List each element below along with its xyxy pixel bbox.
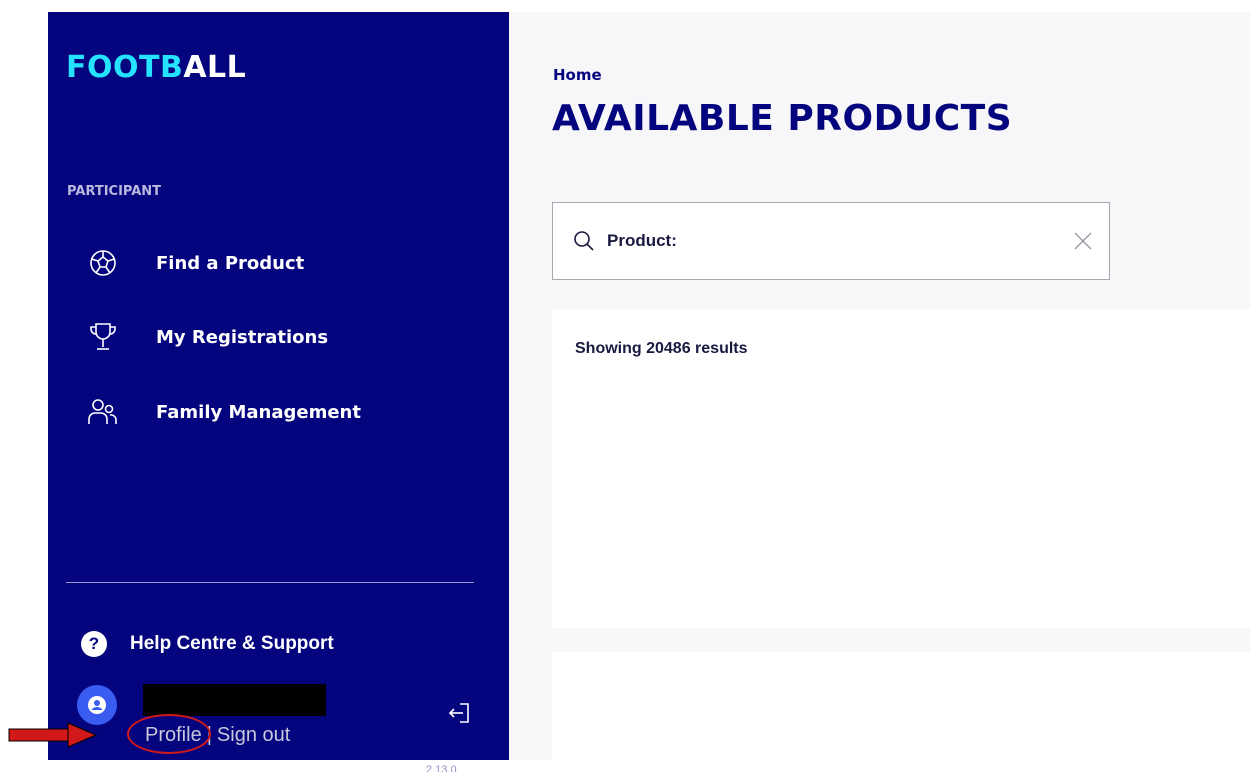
nav-label: My Registrations xyxy=(156,326,329,348)
nav-label: Find a Product xyxy=(156,252,305,274)
logo-part-1: FOOTB xyxy=(66,50,184,85)
search-icon xyxy=(574,231,594,251)
app-version: 2.13.0 xyxy=(426,764,457,772)
user-icon xyxy=(88,696,106,714)
close-icon[interactable] xyxy=(1073,231,1093,251)
sidebar-divider xyxy=(66,582,474,583)
search-label: Product: xyxy=(607,231,677,250)
main-content: Home AVAILABLE PRODUCTS Product: Showing… xyxy=(509,12,1250,760)
nav-family-management[interactable]: Family Management xyxy=(88,392,488,432)
results-count: Showing 20486 results xyxy=(575,340,748,357)
results-header: Showing 20486 results xyxy=(552,309,1250,405)
nav-my-registrations[interactable]: My Registrations xyxy=(88,317,488,357)
product-card[interactable] xyxy=(552,405,1250,628)
link-separator: | xyxy=(206,724,212,746)
section-label: PARTICIPANT xyxy=(67,184,162,199)
nav-find-a-product[interactable]: Find a Product xyxy=(88,243,488,283)
breadcrumb[interactable]: Home xyxy=(553,66,602,84)
trophy-icon xyxy=(88,322,118,352)
app-logo[interactable]: FOOTBALL xyxy=(66,50,246,85)
product-search: Product: xyxy=(552,202,1110,280)
logo-part-2: ALL xyxy=(183,50,247,85)
help-icon: ? xyxy=(81,631,107,657)
page-title: AVAILABLE PRODUCTS xyxy=(552,98,1013,139)
redacted-username xyxy=(143,684,326,716)
account-links: Profile | Sign out xyxy=(145,724,290,747)
help-centre-link[interactable]: ? Help Centre & Support xyxy=(81,631,334,657)
sign-out-icon[interactable] xyxy=(448,700,474,726)
sign-out-link[interactable]: Sign out xyxy=(217,724,290,747)
product-card[interactable] xyxy=(552,652,1250,760)
nav-label: Family Management xyxy=(156,401,361,423)
users-icon xyxy=(88,397,118,427)
help-label: Help Centre & Support xyxy=(130,633,334,654)
profile-link[interactable]: Profile xyxy=(145,724,202,747)
sidebar: FOOTBALL PARTICIPANT Find a Product My R… xyxy=(48,12,509,772)
avatar[interactable] xyxy=(77,685,117,725)
football-icon xyxy=(88,248,118,278)
search-input[interactable] xyxy=(682,230,1073,252)
